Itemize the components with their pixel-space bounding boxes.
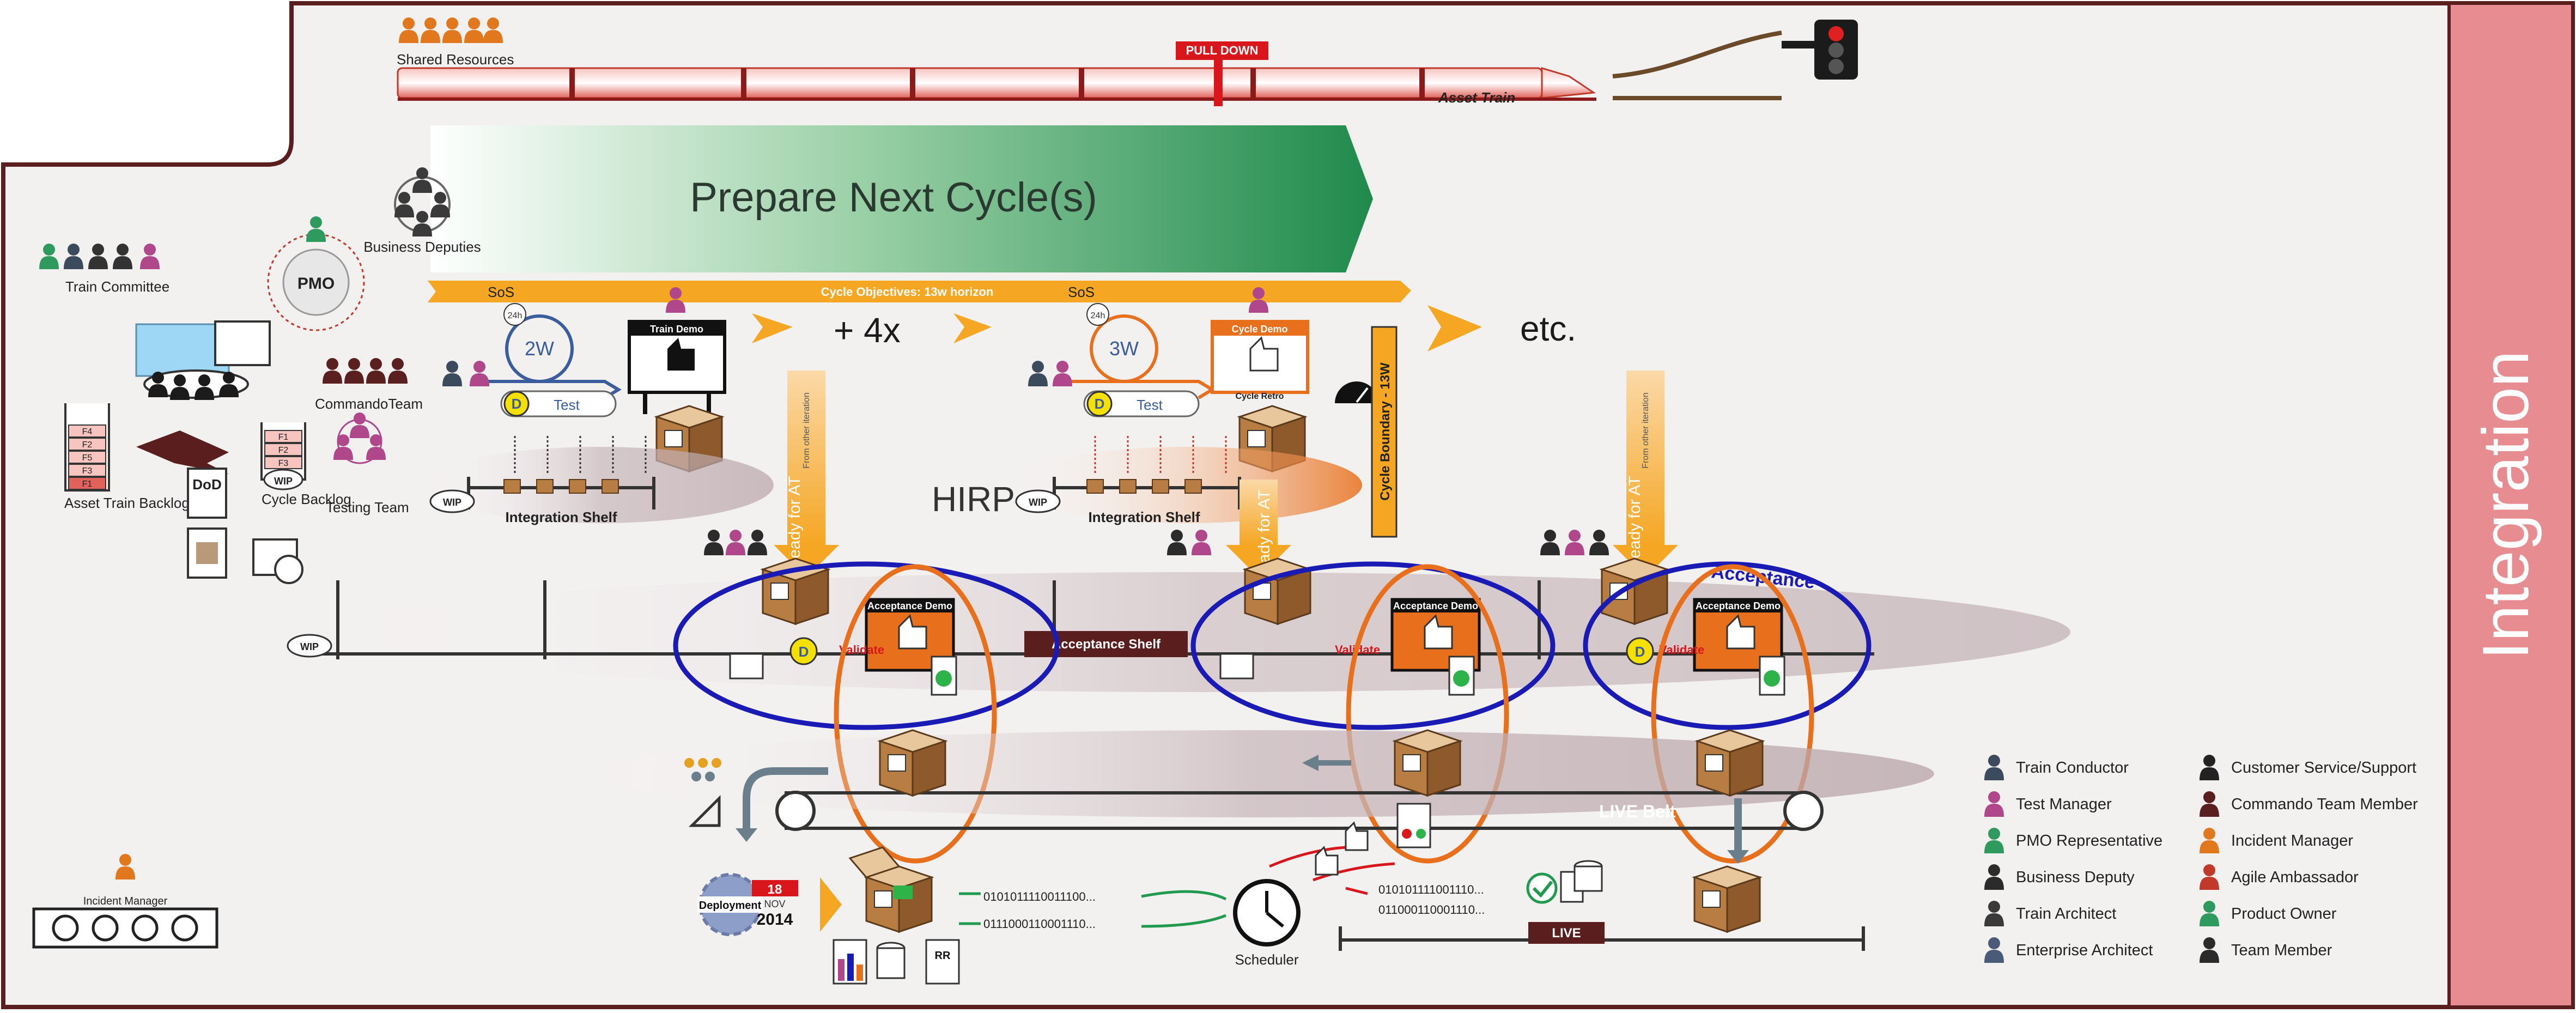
- ready-for-at-label-3: Ready for AT: [1626, 476, 1644, 571]
- hirp-label: HIRP: [932, 480, 1015, 519]
- wip-label-acc: WIP: [300, 641, 319, 652]
- d-label-acc-3: D: [1635, 644, 1645, 660]
- acceptance-shelf-label: Acceptance Shelf: [1052, 637, 1161, 652]
- pmo-label: PMO: [297, 275, 335, 293]
- rr-label: RR: [935, 950, 951, 962]
- legend-label: Team Member: [2231, 942, 2332, 959]
- integration-tab-label: Integration: [2469, 350, 2542, 659]
- cycle-demo-label: Cycle Demo: [1231, 324, 1287, 335]
- integration-diagram: Integration Shared Resources Asset Train…: [1, 1, 2575, 1009]
- sos-label-1: SoS: [488, 284, 514, 300]
- pull-down-label: PULL DOWN: [1186, 44, 1259, 57]
- cycle-backlog-label: Cycle Backlog: [262, 491, 351, 507]
- cycle-backlog-item-label: F2: [278, 446, 289, 455]
- live-box-1: [879, 729, 946, 797]
- dod-label: DoD: [192, 476, 221, 493]
- deployment-year: 2014: [757, 911, 793, 929]
- three-w-label: 3W: [1109, 337, 1139, 360]
- asset-train-label: Asset Train: [1438, 89, 1515, 106]
- d-label-2: D: [1095, 396, 1105, 412]
- cycle-objectives-label: Cycle Objectives: 13w horizon: [821, 285, 994, 299]
- backlog-item-label: F1: [82, 480, 93, 489]
- cycle-backlog-item-label: F1: [278, 433, 289, 442]
- wip-label-1: WIP: [443, 497, 461, 508]
- legend-label: Agile Ambassador: [2231, 869, 2359, 886]
- live-belt-label: LIVE Belt: [1599, 802, 1676, 821]
- legend-label: Product Owner: [2231, 905, 2337, 923]
- train-committee-label: Train Committee: [65, 278, 169, 295]
- legend-label: Business Deputy: [2016, 869, 2135, 886]
- legend-label: Train Conductor: [2016, 759, 2129, 777]
- asset-train-backlog-label: Asset Train Backlog: [64, 495, 190, 511]
- etc-label: etc.: [1520, 309, 1576, 348]
- asset-train: [397, 66, 1596, 101]
- legend-label: Customer Service/Support: [2231, 759, 2416, 777]
- business-deputies-label: Business Deputies: [363, 239, 481, 255]
- validate-label-3: Validate: [1659, 643, 1704, 657]
- cycle-boundary-label: Cycle Boundary - 13W: [1378, 362, 1393, 501]
- cycle-retro-label: Cycle Retro: [1236, 392, 1284, 401]
- train-demo-label: Train Demo: [650, 324, 703, 335]
- legend-label: Incident Manager: [2231, 832, 2353, 850]
- binary-1: 0101011110011100...: [983, 890, 1096, 903]
- test-label-1: Test: [554, 397, 580, 413]
- backlog-item-label: F3: [82, 466, 93, 476]
- legend-label: Commando Team Member: [2231, 796, 2418, 813]
- deployment-label: Deployment: [699, 900, 762, 912]
- integration-shelf-label-1: Integration Shelf: [505, 509, 617, 525]
- d-label-1: D: [512, 396, 522, 412]
- backlog-item-label: F2: [82, 440, 93, 450]
- live-box-3: [1696, 729, 1764, 797]
- acceptance-demo-label-1: Acceptance Demo: [867, 600, 952, 611]
- incident-manager-label: Incident Manager: [83, 895, 168, 907]
- h24-label-2: 24h: [1091, 311, 1105, 320]
- wip-label-2: WIP: [1029, 497, 1047, 508]
- scheduler-label: Scheduler: [1235, 951, 1298, 968]
- test-label-2: Test: [1137, 397, 1163, 413]
- acceptance-demo-label-3: Acceptance Demo: [1696, 600, 1781, 611]
- integration-shelf-label-2: Integration Shelf: [1088, 509, 1200, 525]
- binary-3: 010101111001110...: [1378, 883, 1484, 896]
- commando-team-label: CommandoTeam: [315, 396, 423, 412]
- from-other-iteration-1: From other iteration: [802, 392, 811, 469]
- pull-down-cord: [1214, 60, 1223, 106]
- deployment-month: NOV: [764, 899, 785, 909]
- binary-2: 0111000110001110...: [983, 917, 1096, 931]
- legend-label: Test Manager: [2016, 796, 2112, 813]
- from-other-iteration-3: From other iteration: [1641, 392, 1650, 469]
- h24-label-1: 24h: [508, 311, 523, 320]
- live-label: LIVE: [1552, 926, 1581, 941]
- check-icon: [1526, 872, 1558, 904]
- scheduler-clock: [1233, 879, 1301, 947]
- incident-manager-conveyor: [32, 907, 218, 949]
- binary-4: 011000110001110...: [1378, 903, 1485, 917]
- backlog-item-label: F4: [82, 427, 93, 436]
- legend-label: Train Architect: [2016, 905, 2116, 923]
- d-label-acc-1: D: [799, 644, 809, 660]
- asset-train-backlog-stack: F4 F2 F5 F3 F1: [64, 403, 110, 492]
- acceptance-demo-label-2: Acceptance Demo: [1393, 600, 1478, 611]
- plus-4x-label: + 4x: [834, 311, 901, 350]
- prepare-next-cycle-label: Prepare Next Cycle(s): [690, 174, 1097, 221]
- live-box-2: [1394, 729, 1461, 797]
- validation-doc: [1396, 803, 1431, 848]
- legend-label: Enterprise Architect: [2016, 942, 2153, 959]
- cycle-backlog-wip-label: WIP: [274, 476, 293, 487]
- sos-label-2: SoS: [1068, 284, 1095, 300]
- backlog-item-label: F5: [82, 453, 93, 463]
- shared-resources-label: Shared Resources: [397, 51, 514, 68]
- cycle-backlog-item-label: F3: [278, 459, 289, 468]
- live-final-box: [1693, 865, 1761, 933]
- two-w-label: 2W: [525, 337, 554, 360]
- legend-label: PMO Representative: [2016, 832, 2162, 850]
- deployment-day: 18: [768, 882, 782, 897]
- deploy-icons: [833, 939, 960, 985]
- ready-for-at-label-1: Ready for AT: [786, 476, 804, 571]
